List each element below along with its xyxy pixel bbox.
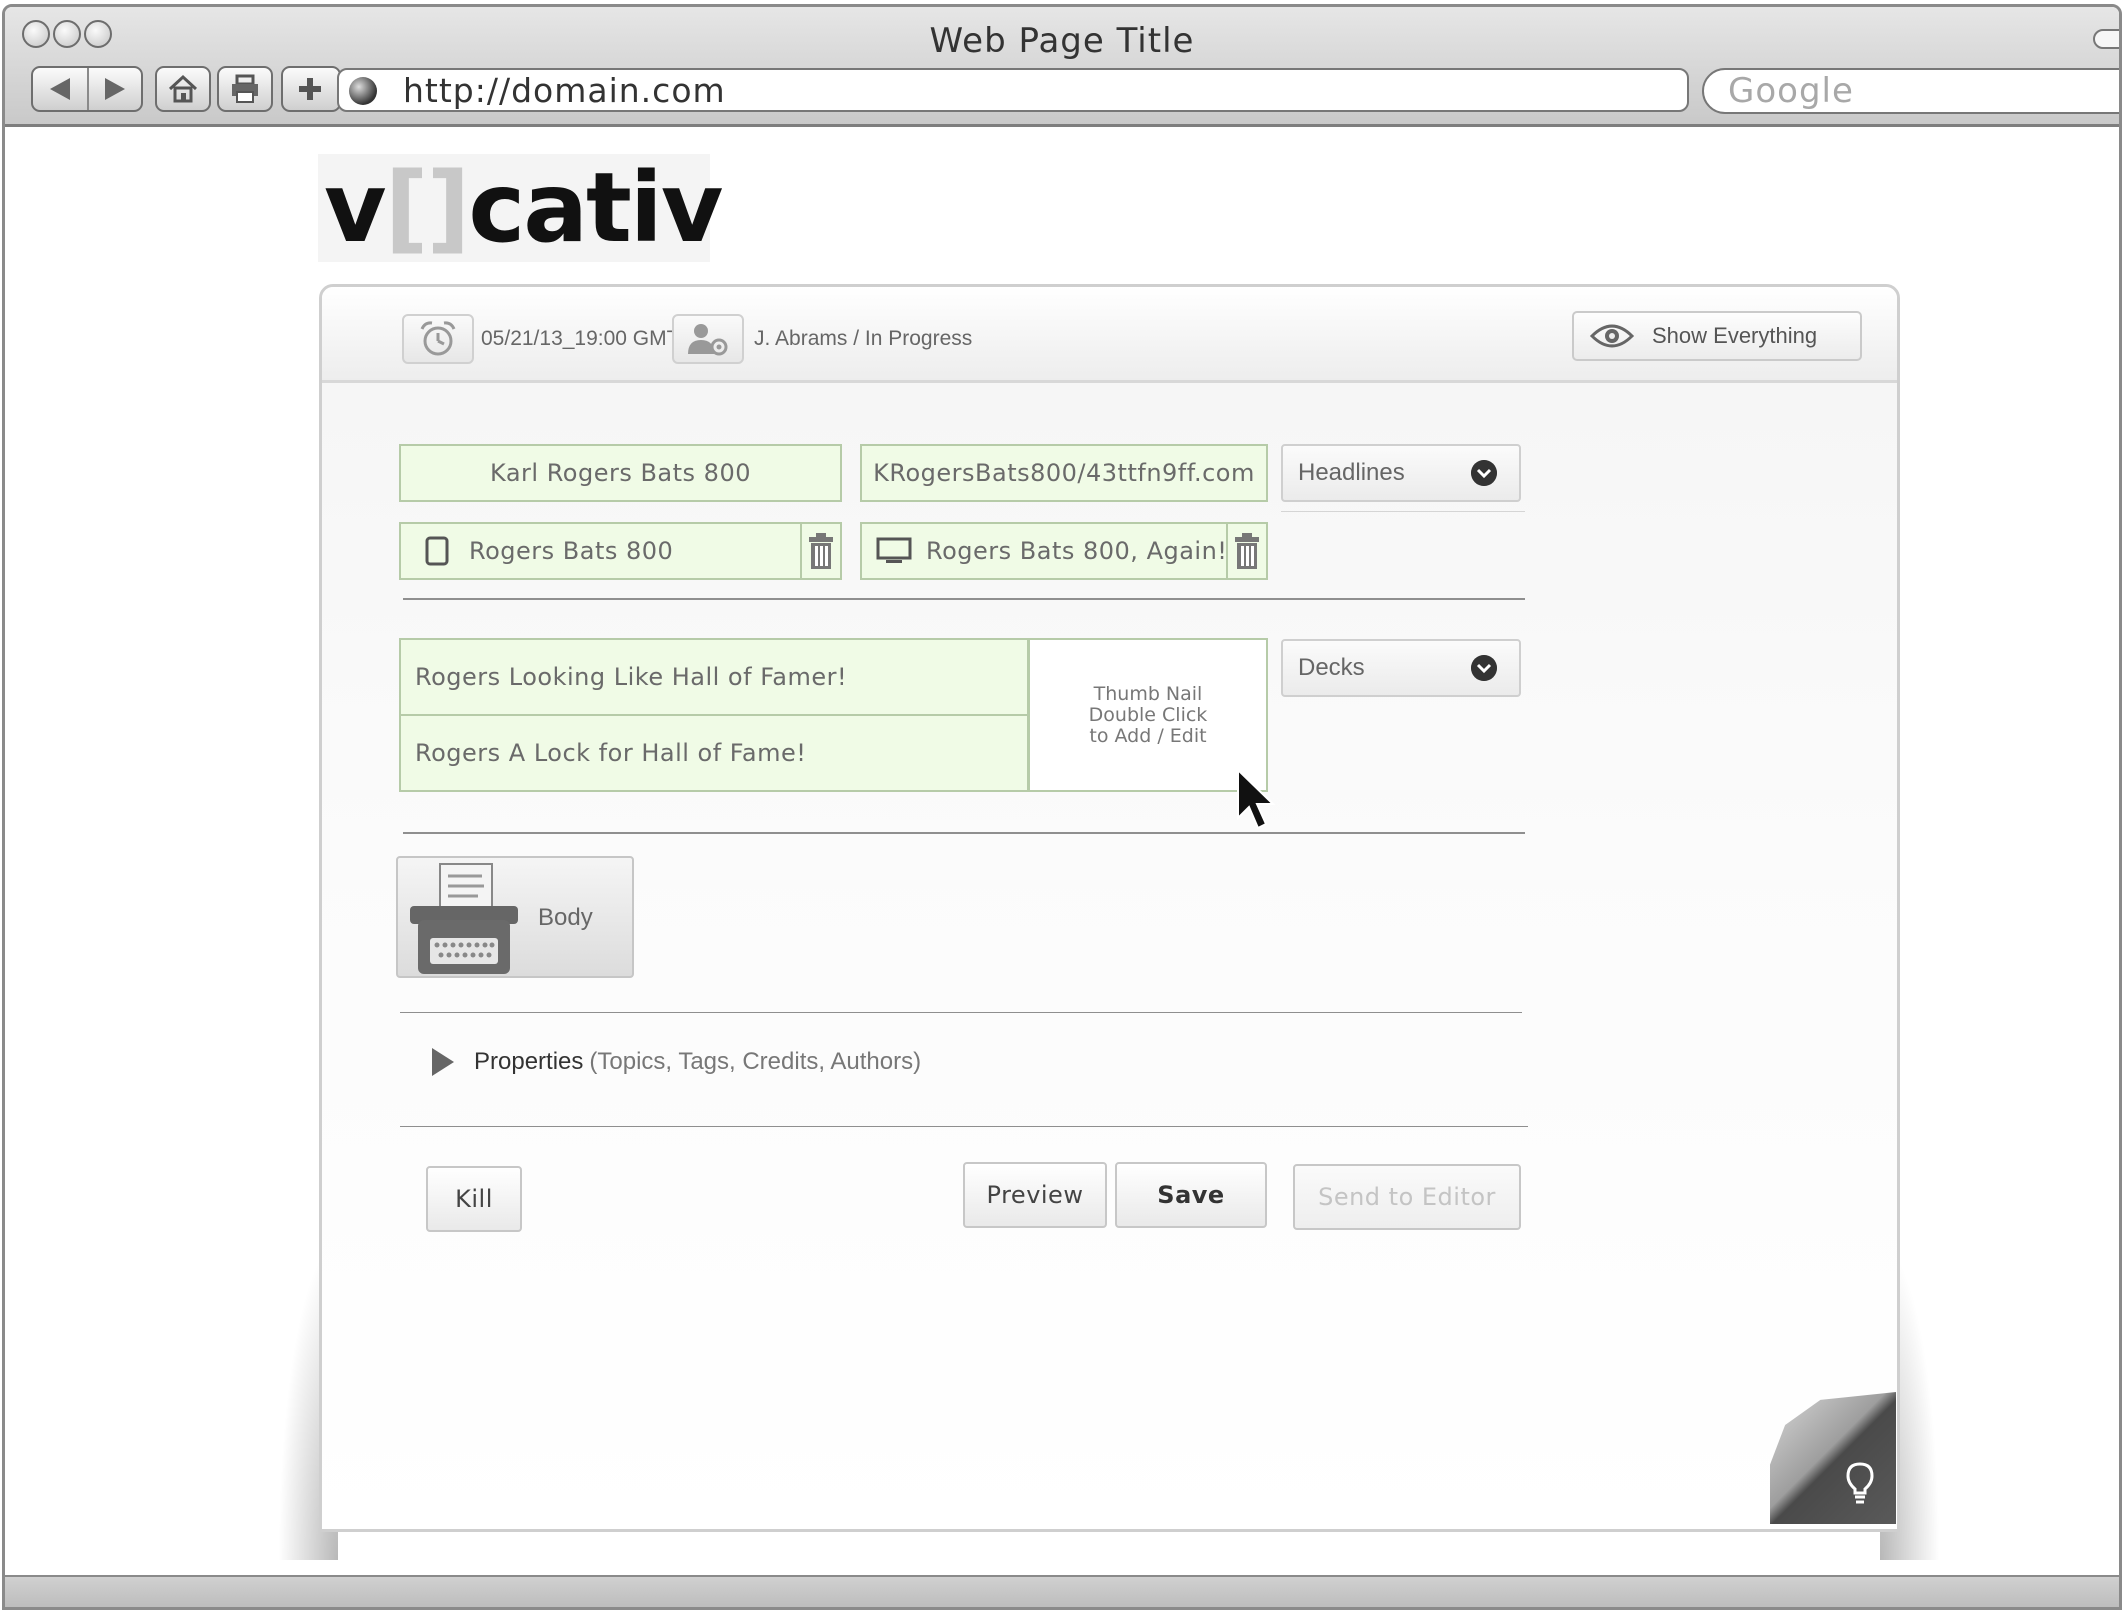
add-icon bbox=[299, 78, 321, 100]
back-arrow-icon bbox=[50, 78, 70, 100]
user-settings-icon bbox=[688, 324, 728, 356]
trash-icon bbox=[809, 533, 833, 569]
headlines-dropdown[interactable]: Headlines bbox=[1281, 444, 1521, 502]
url-text: http://domain.com bbox=[403, 70, 726, 110]
author-status-button[interactable] bbox=[672, 314, 744, 364]
print-button[interactable] bbox=[217, 66, 273, 112]
deck-item[interactable]: Rogers A Lock for Hall of Fame! bbox=[399, 714, 1029, 792]
eye-icon bbox=[1590, 324, 1634, 348]
new-tab-button-inner bbox=[283, 68, 337, 110]
browser-chrome: Web Page Title http://domain.com Google bbox=[5, 7, 2119, 127]
thumbnail-hint: Thumb Nail Double Click to Add / Edit bbox=[1088, 682, 1208, 747]
logo-text-start: v bbox=[324, 152, 387, 264]
headline-variant-tablet-text: Rogers Bats 800 bbox=[469, 537, 674, 565]
headlines-dropdown-divider bbox=[1281, 511, 1525, 512]
headline-variant-desktop[interactable]: Rogers Bats 800, Again! bbox=[860, 522, 1268, 580]
print-icon bbox=[232, 74, 258, 103]
logo-bracket-mark: [] bbox=[384, 152, 471, 264]
window-title: Web Page Title bbox=[929, 21, 1195, 61]
headline-variant-desktop-text: Rogers Bats 800, Again! bbox=[926, 537, 1228, 565]
status-bar bbox=[5, 1575, 2119, 1607]
desktop-icon bbox=[876, 537, 912, 563]
headline-variant-tablet[interactable]: Rogers Bats 800 bbox=[399, 522, 842, 580]
send-to-editor-button[interactable]: Send to Editor bbox=[1293, 1164, 1521, 1230]
history-nav bbox=[31, 66, 143, 112]
logo-text-end: cativ bbox=[468, 152, 723, 264]
disclosure-triangle-icon bbox=[432, 1048, 454, 1076]
new-tab-button[interactable] bbox=[281, 66, 341, 112]
delete-desktop-variant-button[interactable] bbox=[1226, 524, 1266, 578]
publish-timestamp: 05/21/13_19:00 GMT bbox=[481, 327, 680, 350]
section-divider bbox=[400, 1012, 1522, 1013]
search-placeholder: Google bbox=[1728, 71, 1854, 111]
back-button[interactable] bbox=[33, 68, 87, 110]
thumbnail-hint-line: to Add / Edit bbox=[1089, 724, 1207, 747]
properties-sublabel: (Topics, Tags, Credits, Authors) bbox=[589, 1048, 922, 1075]
chevron-down-icon bbox=[1471, 655, 1497, 681]
properties-toggle[interactable]: Properties (Topics, Tags, Credits, Autho… bbox=[432, 1048, 921, 1076]
typewriter-icon bbox=[410, 863, 518, 974]
body-editor-label: Body bbox=[538, 904, 593, 931]
headlines-dropdown-label: Headlines bbox=[1298, 459, 1405, 486]
schedule-button[interactable] bbox=[402, 314, 474, 364]
delete-tablet-variant-button[interactable] bbox=[800, 524, 840, 578]
address-bar[interactable]: http://domain.com bbox=[337, 68, 1689, 112]
forward-arrow-icon bbox=[105, 78, 125, 100]
forward-button[interactable] bbox=[87, 68, 141, 110]
save-button[interactable]: Save bbox=[1115, 1162, 1267, 1228]
section-divider bbox=[400, 1126, 1528, 1127]
body-editor-button[interactable]: Body bbox=[396, 856, 634, 978]
mouse-cursor-icon bbox=[1237, 768, 1276, 830]
print-button-inner bbox=[219, 68, 271, 110]
author-status: J. Abrams / In Progress bbox=[754, 327, 973, 350]
tablet-icon bbox=[425, 536, 449, 566]
lightbulb-icon[interactable] bbox=[1846, 1462, 1874, 1506]
home-button-inner bbox=[157, 68, 209, 110]
kill-button[interactable]: Kill bbox=[426, 1166, 522, 1232]
preview-button[interactable]: Preview bbox=[963, 1162, 1107, 1228]
properties-label: Properties bbox=[474, 1048, 584, 1075]
search-field[interactable]: Google bbox=[1702, 68, 2119, 114]
thumbnail-dropzone[interactable]: Thumb Nail Double Click to Add / Edit bbox=[1028, 638, 1268, 792]
headline-title-field[interactable]: Karl Rogers Bats 800 bbox=[399, 444, 842, 502]
deck-item[interactable]: Rogers Looking Like Hall of Famer! bbox=[399, 638, 1029, 716]
alarm-clock-icon bbox=[420, 321, 456, 356]
toolbar-toggle-button[interactable] bbox=[2093, 29, 2119, 49]
vocativ-logo: v[]cativ bbox=[318, 152, 723, 264]
home-icon bbox=[168, 74, 198, 103]
trash-icon bbox=[1235, 533, 1259, 569]
section-divider bbox=[403, 832, 1525, 834]
chevron-down-icon bbox=[1471, 460, 1497, 486]
show-everything-label: Show Everything bbox=[1652, 323, 1818, 348]
decks-dropdown-label: Decks bbox=[1298, 654, 1365, 681]
decks-dropdown[interactable]: Decks bbox=[1281, 639, 1521, 697]
show-everything-button[interactable]: Show Everything bbox=[1572, 311, 1862, 361]
section-divider bbox=[403, 598, 1525, 600]
thumbnail-hint-line: Thumb Nail bbox=[1093, 682, 1203, 705]
globe-icon bbox=[349, 77, 377, 105]
home-button[interactable] bbox=[155, 66, 211, 112]
thumbnail-hint-line: Double Click bbox=[1088, 703, 1208, 726]
headline-url-field[interactable]: KRogersBats800/43ttfn9ff.com bbox=[860, 444, 1268, 502]
panel-header: 05/21/13_19:00 GMT J. Abrams / In Progre… bbox=[322, 287, 1897, 383]
